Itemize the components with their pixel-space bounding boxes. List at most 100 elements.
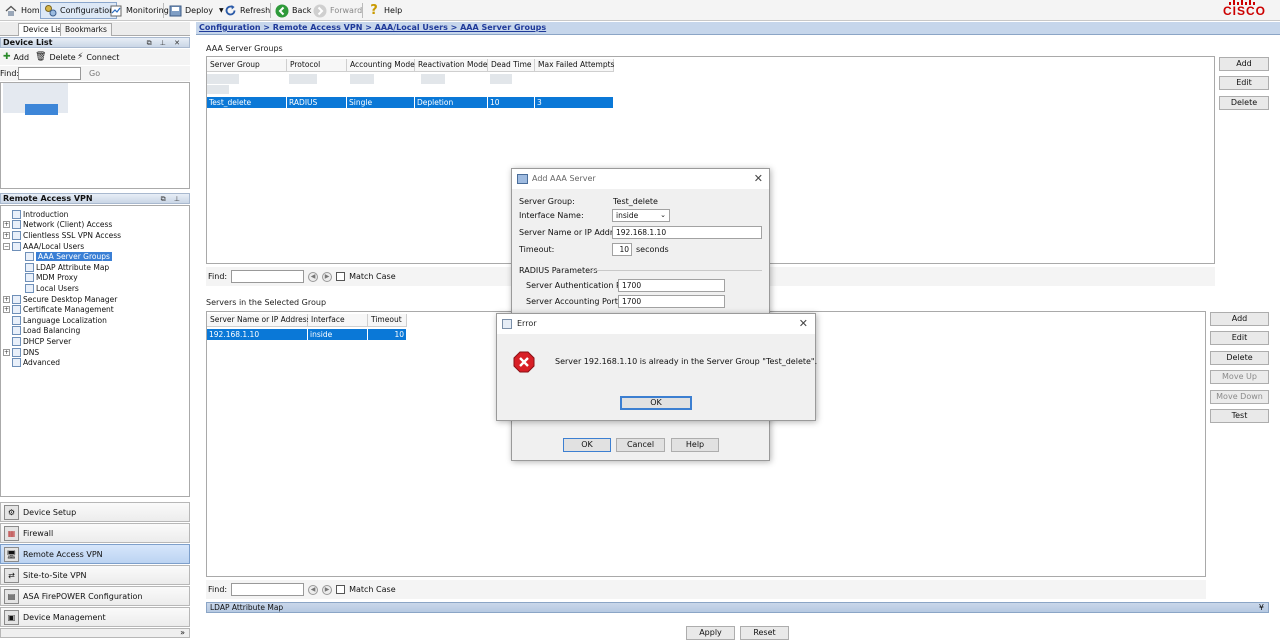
nav-remote-access-vpn[interactable]: 🖥 Remote Access VPN: [0, 544, 190, 564]
device-find-input[interactable]: [18, 67, 81, 80]
device-list[interactable]: [0, 82, 190, 189]
deploy-icon: [168, 4, 182, 18]
remote-access-vpn-icon: 🖥: [4, 546, 19, 562]
find-next-icon[interactable]: ◀: [308, 584, 319, 595]
tree-item-label: Local Users: [36, 283, 79, 293]
tree-item[interactable]: − AAA/Local Users: [3, 241, 84, 252]
tree-item[interactable]: Load Balancing: [3, 326, 80, 337]
more-nav-button[interactable]: »: [0, 628, 190, 638]
auth-port-input[interactable]: 1700: [618, 279, 725, 292]
vpn-panel-header: Remote Access VPN ⧉ ⊥: [0, 193, 190, 204]
panel-controls[interactable]: ⧉ ⊥ ✕: [147, 38, 183, 48]
nav-site-to-site-vpn[interactable]: ⇄ Site-to-Site VPN: [0, 565, 190, 585]
back-button[interactable]: Back: [273, 2, 313, 19]
groups-find-input[interactable]: [231, 270, 305, 283]
firepower-icon: ▤: [4, 588, 19, 604]
tree-item[interactable]: Advanced: [3, 357, 60, 368]
edit-group-button[interactable]: Edit: [1219, 76, 1269, 90]
servers-find-bar: Find: ◀ ▶ Match Case: [206, 580, 1206, 599]
nav-firepower[interactable]: ▤ ASA FirePOWER Configuration: [0, 586, 190, 606]
tree-item[interactable]: + DNS: [3, 347, 39, 358]
match-case-checkbox[interactable]: [336, 585, 346, 594]
close-icon[interactable]: ✕: [754, 169, 763, 189]
tree-item[interactable]: AAA Server Groups: [25, 251, 112, 262]
interface-select[interactable]: inside ⌄: [612, 209, 670, 222]
col-max-failed[interactable]: Max Failed Attempts: [535, 59, 614, 72]
breadcrumb[interactable]: Configuration > Remote Access VPN > AAA/…: [196, 22, 1280, 35]
tree-item[interactable]: + Clientless SSL VPN Access: [3, 230, 121, 241]
add-server-button[interactable]: Add: [1210, 312, 1269, 326]
tree-item[interactable]: MDM Proxy: [25, 273, 78, 284]
col-timeout[interactable]: Timeout: [368, 314, 407, 327]
add-group-button[interactable]: Add: [1219, 57, 1269, 71]
tab-bookmarks[interactable]: Bookmarks: [60, 23, 112, 36]
move-up-button[interactable]: Move Up: [1210, 370, 1269, 384]
tree-item[interactable]: Introduction: [3, 209, 68, 220]
match-case-checkbox[interactable]: [336, 272, 346, 281]
timeout-input[interactable]: 10: [612, 243, 632, 256]
expand-icon: ¥: [1258, 603, 1264, 612]
radius-section-title: RADIUS Parameters: [519, 266, 598, 275]
tree-item[interactable]: DHCP Server: [3, 336, 71, 347]
col-dead-time[interactable]: Dead Time: [488, 59, 535, 72]
tree-node-icon: [12, 336, 21, 346]
tree-node-icon: [12, 315, 21, 325]
find-next-icon[interactable]: ◀: [308, 271, 319, 282]
ldap-attribute-map-bar[interactable]: LDAP Attribute Map ¥: [206, 602, 1269, 613]
edit-server-button[interactable]: Edit: [1210, 331, 1269, 345]
tree-item[interactable]: + Certificate Management: [3, 304, 114, 315]
tree-item[interactable]: + Network (Client) Access: [3, 220, 112, 231]
find-previous-icon[interactable]: ▶: [322, 584, 333, 595]
tree-item-label: Advanced: [23, 358, 61, 368]
close-icon[interactable]: ✕: [799, 314, 808, 334]
help-button[interactable]: ? Help: [365, 2, 404, 19]
acct-port-input[interactable]: 1700: [618, 295, 725, 308]
ok-button[interactable]: OK: [563, 438, 611, 452]
expand-toggle-icon[interactable]: +: [3, 306, 10, 314]
go-button[interactable]: Go: [89, 69, 100, 78]
deploy-button[interactable]: Deploy ▼: [166, 2, 226, 19]
tree-item[interactable]: + Secure Desktop Manager: [3, 294, 117, 305]
col-server-address[interactable]: Server Name or IP Address: [207, 314, 311, 327]
delete-server-button[interactable]: Delete: [1210, 351, 1269, 365]
col-accounting-mode[interactable]: Accounting Mode: [347, 59, 415, 72]
server-address-input[interactable]: 192.168.1.10: [612, 226, 762, 239]
add-device-button[interactable]: ✚ Add: [3, 52, 29, 62]
cancel-button[interactable]: Cancel: [616, 438, 665, 452]
col-server-group[interactable]: Server Group: [207, 59, 287, 72]
col-protocol[interactable]: Protocol: [287, 59, 347, 72]
help-button[interactable]: Help: [671, 438, 719, 452]
expand-toggle-icon[interactable]: +: [3, 348, 10, 356]
col-interface[interactable]: Interface: [308, 314, 368, 327]
error-dialog: Error ✕ Server 192.168.1.10 is already in…: [496, 313, 817, 421]
nav-device-management[interactable]: ▣ Device Management: [0, 607, 190, 627]
expand-toggle-icon[interactable]: +: [3, 231, 10, 239]
tree-item[interactable]: Language Localization: [3, 315, 107, 326]
configuration-button[interactable]: Configuration: [40, 2, 118, 19]
test-server-button[interactable]: Test: [1210, 409, 1269, 423]
tree-item[interactable]: Local Users: [25, 283, 79, 294]
tree-item-label: MDM Proxy: [36, 273, 78, 283]
find-previous-icon[interactable]: ▶: [322, 271, 333, 282]
tree-item[interactable]: LDAP Attribute Map: [25, 262, 109, 273]
monitoring-button[interactable]: Monitoring: [107, 2, 171, 19]
delete-group-button[interactable]: Delete: [1219, 96, 1269, 110]
servers-find-input[interactable]: [231, 583, 305, 596]
back-arrow-icon: [275, 4, 289, 18]
expand-toggle-icon[interactable]: −: [3, 242, 10, 250]
forward-button[interactable]: Forward: [311, 2, 364, 19]
chevron-down-icon: ⌄: [660, 211, 666, 219]
error-ok-button[interactable]: OK: [620, 396, 692, 410]
connect-button[interactable]: ⚡ Connect: [77, 52, 119, 62]
col-reactivation-mode[interactable]: Reactivation Mode: [415, 59, 488, 72]
expand-toggle-icon[interactable]: +: [3, 295, 10, 303]
nav-firewall[interactable]: ▦ Firewall: [0, 523, 190, 543]
device-list-actions: ✚ Add 🗑 Delete ⚡ Connect: [0, 49, 190, 65]
refresh-button[interactable]: Refresh: [221, 2, 272, 19]
tree-node-icon: [12, 294, 21, 304]
expand-toggle-icon[interactable]: +: [3, 221, 10, 229]
nav-device-setup[interactable]: ⚙ Device Setup: [0, 502, 190, 522]
panel-controls[interactable]: ⧉ ⊥: [161, 194, 183, 204]
delete-device-button[interactable]: 🗑 Delete: [35, 52, 76, 62]
move-down-button[interactable]: Move Down: [1210, 390, 1269, 404]
